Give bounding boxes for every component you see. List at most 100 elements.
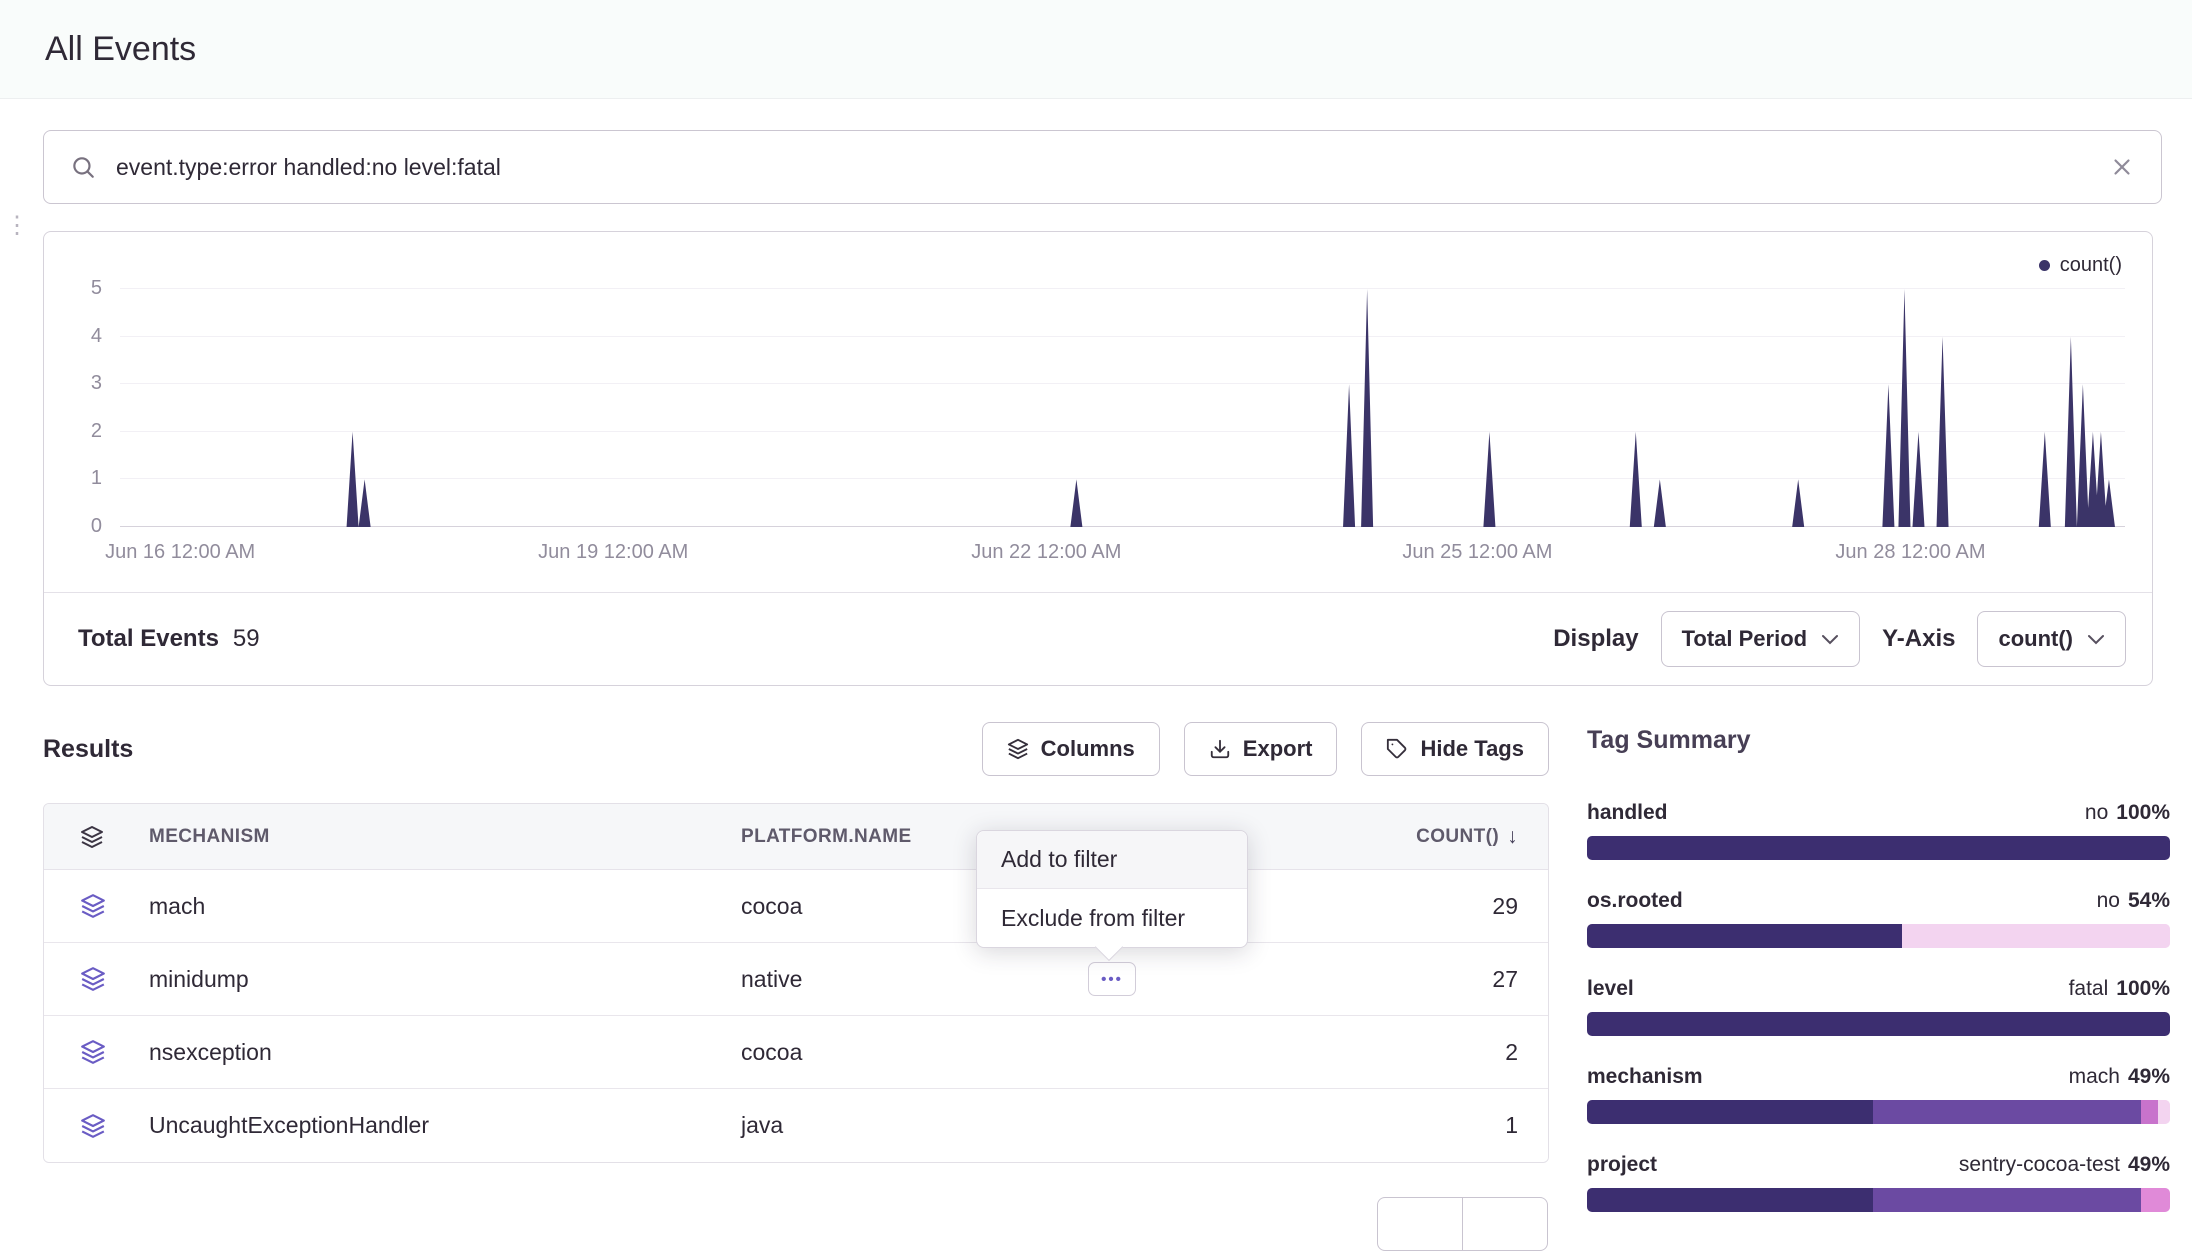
tag-bar-segment xyxy=(1587,924,1902,948)
cell-platform: native xyxy=(741,966,1378,993)
yaxis-dropdown-value: count() xyxy=(1998,626,2073,652)
chart-x-axis: Jun 16 12:00 AMJun 19 12:00 AMJun 22 12:… xyxy=(120,541,2125,573)
yaxis-dropdown[interactable]: count() xyxy=(1977,611,2126,667)
x-tick-label: Jun 19 12:00 AM xyxy=(538,541,688,564)
y-tick-label: 4 xyxy=(91,325,102,348)
column-header-count[interactable]: COUNT() ↓ xyxy=(1378,825,1548,849)
tag-name: os.rooted xyxy=(1587,889,1683,913)
tag-top-value: no54% xyxy=(2097,889,2170,913)
tag-distribution-bar[interactable] xyxy=(1587,1188,2170,1212)
row-actions-button[interactable]: ••• xyxy=(1088,962,1136,996)
legend-dot-icon xyxy=(2039,260,2050,271)
display-dropdown[interactable]: Total Period xyxy=(1661,611,1861,667)
tag-top-value: no100% xyxy=(2085,801,2170,825)
layers-icon xyxy=(1007,738,1029,760)
cell-platform: cocoa xyxy=(741,1039,1378,1066)
tag-bar-segment xyxy=(2141,1188,2170,1212)
tag-bar-segment xyxy=(1587,836,2170,860)
context-menu-item[interactable]: Add to filter xyxy=(977,831,1247,889)
chart-footer: Total Events 59 Display Total Period Y-A… xyxy=(44,592,2152,685)
columns-button[interactable]: Columns xyxy=(982,722,1160,776)
table-row[interactable]: nsexception cocoa 2 xyxy=(44,1016,1548,1089)
tag-name: project xyxy=(1587,1153,1657,1177)
legend-label: count() xyxy=(2060,254,2122,277)
layers-icon xyxy=(44,893,149,919)
column-header-mechanism[interactable]: MECHANISM xyxy=(149,826,741,848)
tag-summary-item: level fatal100% xyxy=(1587,977,2170,1036)
x-tick-label: Jun 16 12:00 AM xyxy=(105,541,255,564)
tag-summary-sidebar: Tag Summary handled no100% os.rooted no5… xyxy=(1587,722,2170,1241)
results-heading: Results xyxy=(43,735,133,764)
yaxis-label: Y-Axis xyxy=(1882,625,1955,653)
hide-tags-button-label: Hide Tags xyxy=(1420,736,1524,762)
tag-distribution-bar[interactable] xyxy=(1587,924,2170,948)
tag-bar-segment xyxy=(1873,1100,2141,1124)
tag-bar-segment xyxy=(1587,1012,2170,1036)
total-events-label: Total Events xyxy=(78,625,219,653)
tag-summary-item: mechanism mach49% xyxy=(1587,1065,2170,1124)
chevron-down-icon xyxy=(1821,634,1839,645)
layers-icon xyxy=(44,1113,149,1139)
tag-top-value: fatal100% xyxy=(2069,977,2170,1001)
tag-distribution-bar[interactable] xyxy=(1587,1012,2170,1036)
search-input[interactable] xyxy=(116,154,2089,181)
cell-count: 27 xyxy=(1378,966,1548,993)
pagination xyxy=(1377,1197,1548,1251)
tag-name: level xyxy=(1587,977,1634,1001)
count-header-label: COUNT() xyxy=(1416,826,1499,848)
cell-count: 2 xyxy=(1378,1039,1548,1066)
download-icon xyxy=(1209,738,1231,760)
tag-list: handled no100% os.rooted no54% level fat… xyxy=(1587,801,2170,1212)
x-tick-label: Jun 28 12:00 AM xyxy=(1835,541,1985,564)
tag-top-value: sentry-cocoa-test49% xyxy=(1959,1153,2170,1177)
sort-desc-icon: ↓ xyxy=(1507,825,1518,849)
tag-distribution-bar[interactable] xyxy=(1587,1100,2170,1124)
tag-bar-segment xyxy=(2141,1100,2158,1124)
cell-count: 29 xyxy=(1378,893,1548,920)
drag-handle[interactable]: ⋮ xyxy=(5,214,29,238)
y-tick-label: 3 xyxy=(91,372,102,395)
chart-y-axis: 012345 xyxy=(44,289,120,527)
events-chart-panel: count() 012345 Jun 16 12:00 AMJun 19 12:… xyxy=(43,231,2153,686)
table-body: mach cocoa 29 minidump native 27 ••• nse… xyxy=(44,870,1548,1162)
tag-summary-heading: Tag Summary xyxy=(1587,726,2170,755)
table-row[interactable]: UncaughtExceptionHandler java 1 xyxy=(44,1089,1548,1162)
tag-icon xyxy=(1386,738,1408,760)
table-row[interactable]: minidump native 27 ••• xyxy=(44,943,1548,1016)
search-icon xyxy=(70,154,96,180)
tag-top-value: mach49% xyxy=(2069,1065,2170,1089)
results-table: MECHANISM PLATFORM.NAME COUNT() ↓ mach c… xyxy=(43,803,1549,1163)
total-events-value: 59 xyxy=(233,625,260,653)
tag-bar-segment xyxy=(2158,1100,2170,1124)
display-dropdown-value: Total Period xyxy=(1682,626,1808,652)
pagination-next-button[interactable] xyxy=(1462,1197,1548,1251)
chart-legend[interactable]: count() xyxy=(2039,254,2122,277)
y-tick-label: 5 xyxy=(91,277,102,300)
tag-bar-segment xyxy=(1587,1100,1873,1124)
y-tick-label: 1 xyxy=(91,467,102,490)
export-button-label: Export xyxy=(1243,736,1313,762)
results-header-row: Results Columns Export Hide Tags xyxy=(43,722,1549,776)
columns-button-label: Columns xyxy=(1041,736,1135,762)
search-bar[interactable] xyxy=(43,130,2162,204)
page-header: All Events xyxy=(0,0,2192,99)
pagination-prev-button[interactable] xyxy=(1377,1197,1463,1251)
cell-context-menu: Add to filterExclude from filter xyxy=(976,830,1248,948)
cell-mechanism: minidump xyxy=(149,966,741,993)
cell-mechanism: nsexception xyxy=(149,1039,741,1066)
layers-icon xyxy=(44,966,149,992)
tag-distribution-bar[interactable] xyxy=(1587,836,2170,860)
table-header-row: MECHANISM PLATFORM.NAME COUNT() ↓ xyxy=(44,804,1548,870)
clear-search-icon[interactable] xyxy=(2109,154,2135,180)
y-tick-label: 2 xyxy=(91,420,102,443)
export-button[interactable]: Export xyxy=(1184,722,1338,776)
tag-summary-item: handled no100% xyxy=(1587,801,2170,860)
table-row[interactable]: mach cocoa 29 xyxy=(44,870,1548,943)
hide-tags-button[interactable]: Hide Tags xyxy=(1361,722,1549,776)
tag-bar-segment xyxy=(1587,1188,1873,1212)
x-tick-label: Jun 22 12:00 AM xyxy=(971,541,1121,564)
chart-plot[interactable] xyxy=(120,289,2125,527)
chevron-down-icon xyxy=(2087,634,2105,645)
display-label: Display xyxy=(1553,625,1638,653)
tag-name: handled xyxy=(1587,801,1668,825)
